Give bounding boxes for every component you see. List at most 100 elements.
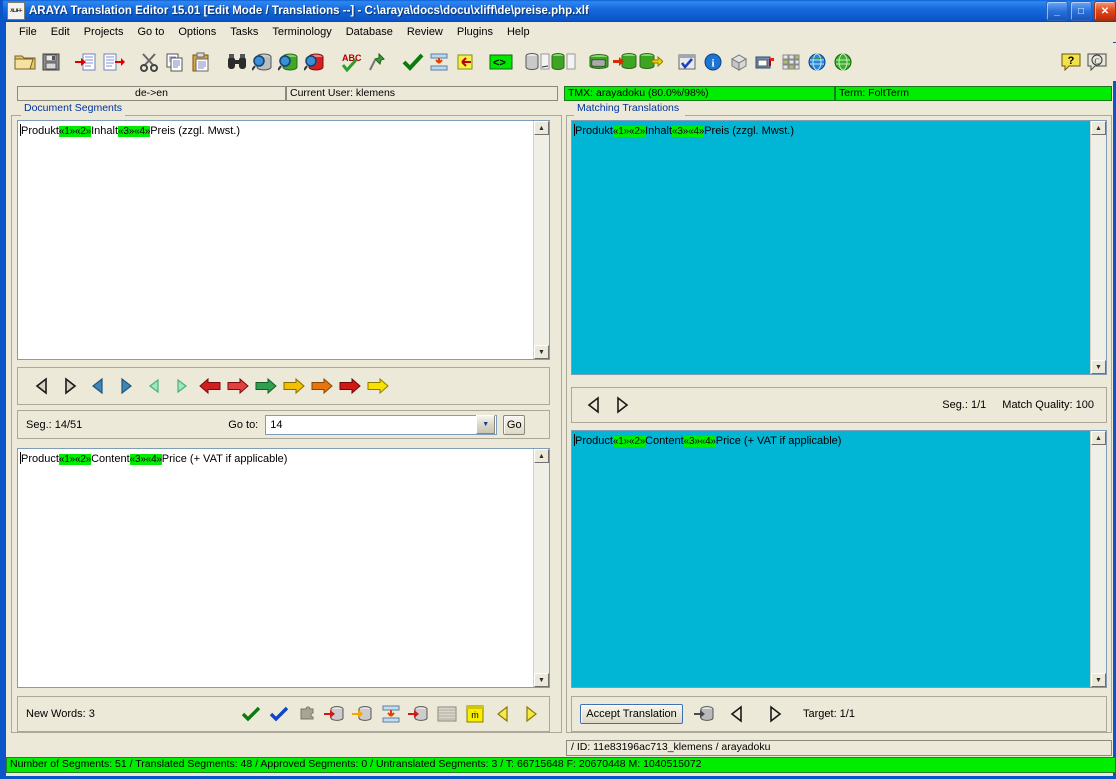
match-source-scrollbar[interactable]: ▲ ▼ — [1090, 121, 1106, 374]
search-database-icon[interactable] — [250, 49, 276, 75]
window-title: ARAYA Translation Editor 15.01 [Edit Mod… — [29, 5, 589, 17]
prev-target-arrow-left[interactable] — [723, 700, 751, 728]
import-document-icon[interactable] — [74, 49, 100, 75]
go-button[interactable]: Go — [503, 415, 525, 435]
find-binoculars-icon[interactable] — [224, 49, 250, 75]
import-tm-icon[interactable] — [612, 49, 638, 75]
goto-input-value[interactable]: 14 — [266, 419, 476, 431]
next-match-arrow-right[interactable] — [608, 391, 636, 419]
match-source-scroll-up-icon[interactable]: ▲ — [1091, 121, 1106, 135]
source-segment-scrollbar[interactable]: ▲ ▼ — [533, 121, 549, 359]
menu-item-edit[interactable]: Edit — [44, 24, 77, 40]
target-scroll-up-icon[interactable]: ▲ — [534, 449, 549, 463]
target-part-2: Content — [91, 453, 130, 465]
next-edited-arrow-right-orange[interactable] — [308, 372, 336, 400]
menu-item-tasks[interactable]: Tasks — [223, 24, 265, 40]
puzzle-gray-icon[interactable] — [293, 700, 321, 728]
menu-item-database[interactable]: Database — [339, 24, 400, 40]
update-tm-entry-icon[interactable] — [349, 700, 377, 728]
next-target-arrow-right[interactable] — [761, 700, 789, 728]
prev-fuzzy-arrow-left-red[interactable] — [196, 372, 224, 400]
first-segment-arrow-left-black[interactable] — [28, 372, 56, 400]
terminology-note-icon[interactable]: ṁ — [461, 700, 489, 728]
confirm-green-check-icon[interactable] — [237, 700, 265, 728]
package-icon[interactable] — [726, 49, 752, 75]
search-green-database-icon[interactable] — [276, 49, 302, 75]
prev-target-arrow-left-yellow[interactable] — [489, 700, 517, 728]
delete-tm-entry-icon[interactable] — [321, 700, 349, 728]
globe-blue-icon[interactable] — [804, 49, 830, 75]
cut-icon[interactable] — [136, 49, 162, 75]
help-icon[interactable]: ? — [1058, 49, 1084, 75]
menu-item-plugins[interactable]: Plugins — [450, 24, 500, 40]
insert-line-icon[interactable] — [377, 700, 405, 728]
clear-target-icon[interactable] — [433, 700, 461, 728]
match-target-scroll-down-icon[interactable]: ▼ — [1091, 673, 1106, 687]
paste-icon[interactable] — [188, 49, 214, 75]
spellcheck-abc-icon[interactable]: ABC — [338, 49, 364, 75]
copyright-icon[interactable]: C — [1084, 49, 1110, 75]
menu-item-goto[interactable]: Go to — [130, 24, 171, 40]
insert-segment-icon[interactable] — [426, 49, 452, 75]
export-document-icon[interactable] — [100, 49, 126, 75]
close-button[interactable]: ✕ — [1094, 1, 1116, 21]
tags-icon[interactable]: <> — [488, 49, 514, 75]
next-segment-arrow-right-blue[interactable] — [112, 372, 140, 400]
next-target-arrow-right-yellow[interactable] — [517, 700, 545, 728]
next-unapproved-arrow-right-darkred[interactable] — [336, 372, 364, 400]
copy-icon[interactable] — [162, 49, 188, 75]
prev-match-arrow-left[interactable] — [580, 391, 608, 419]
target-segment-scrollbar[interactable]: ▲ ▼ — [533, 449, 549, 687]
checklist-icon[interactable] — [674, 49, 700, 75]
minimize-button[interactable]: _ — [1046, 1, 1068, 21]
maximize-button[interactable]: □ — [1070, 1, 1092, 21]
new-words-label: New Words: 3 — [26, 708, 95, 720]
chevron-down-icon[interactable]: ▼ — [476, 415, 495, 434]
next-note-arrow-right-yellow[interactable] — [280, 372, 308, 400]
store-match-database-icon[interactable] — [691, 700, 719, 728]
last-segment-arrow-right-black[interactable] — [56, 372, 84, 400]
save-icon[interactable] — [38, 49, 64, 75]
menu-item-projects[interactable]: Projects — [77, 24, 131, 40]
next-untranslated-arrow-right-lightgreen[interactable] — [168, 372, 196, 400]
prev-untranslated-arrow-left-lightgreen[interactable] — [140, 372, 168, 400]
menu-item-review[interactable]: Review — [400, 24, 450, 40]
open-folder-icon[interactable] — [12, 49, 38, 75]
match-source-scroll-down-icon[interactable]: ▼ — [1091, 360, 1106, 374]
search-red-database-icon[interactable] — [302, 49, 328, 75]
next-fuzzy-arrow-right-red[interactable] — [224, 372, 252, 400]
next-match-arrow-right-green[interactable] — [252, 372, 280, 400]
grid-icon[interactable] — [778, 49, 804, 75]
prev-segment-arrow-left-blue[interactable] — [84, 372, 112, 400]
delete-database-icon[interactable] — [524, 49, 550, 75]
menu-item-help[interactable]: Help — [500, 24, 537, 40]
menu-item-file[interactable]: File — [12, 24, 44, 40]
match-source-textbox[interactable]: Produkt«1»«2»Inhalt«3»«4»Preis (zzgl. Mw… — [571, 120, 1107, 375]
keyboard-database-icon[interactable] — [586, 49, 612, 75]
menu-item-terminology[interactable]: Terminology — [265, 24, 338, 40]
target-segment-textbox[interactable]: Product«1»«2»Content«3»«4»Price (+ VAT i… — [17, 448, 550, 688]
source-scroll-down-icon[interactable]: ▼ — [534, 345, 549, 359]
store-in-database-icon[interactable] — [405, 700, 433, 728]
match-target-scroll-up-icon[interactable]: ▲ — [1091, 431, 1106, 445]
menu-item-options[interactable]: Options — [171, 24, 223, 40]
next-flag-arrow-right-yellow[interactable] — [364, 372, 392, 400]
approve-blue-check-icon[interactable] — [265, 700, 293, 728]
source-segment-textbox[interactable]: Produkt«1»«2»Inhalt«3»«4»Preis (zzgl. Mw… — [17, 120, 550, 360]
mailbox-icon[interactable] — [752, 49, 778, 75]
source-scroll-up-icon[interactable]: ▲ — [534, 121, 549, 135]
match-target-textbox[interactable]: Product«1»«2»Content«3»«4»Price (+ VAT i… — [571, 430, 1107, 688]
language-pair-strip: de->en — [17, 86, 286, 101]
export-tm-icon[interactable] — [638, 49, 664, 75]
merge-segment-icon[interactable] — [452, 49, 478, 75]
target-scroll-down-icon[interactable]: ▼ — [534, 673, 549, 687]
approve-check-icon[interactable] — [400, 49, 426, 75]
match-target-scrollbar[interactable]: ▲ ▼ — [1090, 431, 1106, 687]
green-database-icon[interactable] — [550, 49, 576, 75]
pin-icon[interactable] — [364, 49, 390, 75]
accept-translation-button[interactable]: Accept Translation — [580, 704, 683, 724]
info-icon[interactable]: i — [700, 49, 726, 75]
match-source-part-4: Preis (zzgl. Mwst.) — [704, 125, 794, 137]
globe-green-icon[interactable] — [830, 49, 856, 75]
goto-combobox[interactable]: 14 ▼ — [265, 415, 497, 435]
